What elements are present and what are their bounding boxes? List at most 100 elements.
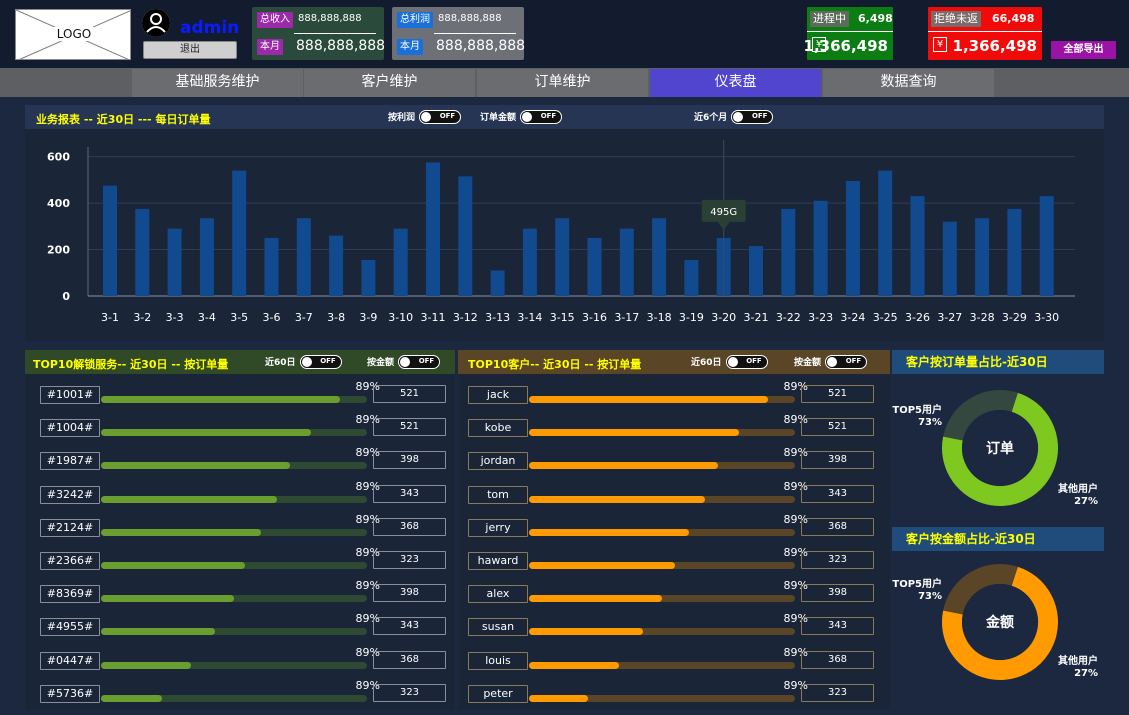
progress-fill [529,694,588,702]
toggle-switch[interactable]: OFF [520,109,563,124]
progress-fill [101,694,163,702]
toggle-6-months[interactable]: 近6个月 OFF [694,109,774,124]
list-item-label[interactable]: jordan [468,452,528,471]
list-item-label[interactable]: haward [468,552,528,570]
y-tick-label: 0 [62,290,70,303]
toggle-switch[interactable]: OFF [825,354,868,369]
list-item-label[interactable]: #0447# [40,651,100,670]
list-item-value: 323 [373,683,446,702]
progress-fill [529,595,662,603]
x-tick-label: 3-23 [808,311,833,324]
x-tick-label: 3-15 [550,311,575,324]
export-all-button[interactable]: 全部导出 [1051,41,1116,59]
in-progress-card[interactable]: 进程中 6,498 ¥ 1,366,498 [804,7,893,60]
tab-5[interactable]: 数据查询 [823,69,994,97]
list-item-label[interactable]: alex [468,585,528,604]
list-item-value: 368 [373,517,446,536]
toggle-order-amount[interactable]: 订单金额 OFF [480,109,563,124]
list-item-label[interactable]: #1987# [40,452,100,471]
toggle-60-days[interactable]: 近60日 OFF [691,354,768,369]
tooltip-text: 495G [710,207,737,218]
x-tick-label: 3-30 [1034,311,1059,324]
list-item-value: 323 [801,551,874,569]
list-item-label[interactable]: kobe [468,419,528,438]
username[interactable]: admin [180,18,239,38]
rejected-count: 66,498 [992,12,1035,25]
list-item-label[interactable]: #8369# [40,585,100,604]
tab-1[interactable]: 基础服务维护 [132,69,303,97]
progress-track [101,628,367,636]
progress-fill [529,562,676,569]
list-item-label[interactable]: #1004# [40,419,100,438]
list-item-value: 343 [373,484,446,503]
donut-orders-title: 客户按订单量占比-近30日 [892,350,1104,374]
top-services-header: TOP10解锁服务-- 近30日 -- 按订单量 近60日 OFF 按金额 OF… [25,350,455,374]
progress-track [101,396,367,403]
bar-3-8 [329,235,344,296]
list-item-label[interactable]: susan [468,618,528,637]
toggle-by-amount[interactable]: 按金额 OFF [367,354,441,369]
tab-2[interactable]: 客户维护 [304,69,475,97]
tab-4[interactable]: 仪表盘 [650,69,821,97]
list-item-value: 398 [801,584,874,603]
bar-3-16 [587,237,602,296]
progress-track [101,462,367,470]
toggle-switch[interactable]: OFF [299,354,342,369]
donut-top-label: TOP5用户 73% [892,405,942,428]
logo-text: LOGO [54,27,94,41]
tab-3[interactable]: 订单维护 [477,69,648,97]
progress-fill [101,396,341,403]
list-item-value: 398 [801,451,874,470]
toggle-switch[interactable]: OFF [398,354,441,369]
rejected-label: 拒绝未返 [931,11,981,27]
progress-track [529,628,795,636]
toggle-profit[interactable]: 按利润 OFF [388,109,462,124]
toggle-switch[interactable]: OFF [419,109,462,124]
list-item-label[interactable]: #1001# [40,386,100,404]
profit-card: 总利润 888,888,888 本月 888,888,888 [392,7,525,60]
toggle-label: 近6个月 [694,113,728,123]
x-tick-label: 3-29 [1002,311,1027,324]
x-tick-label: 3-28 [970,311,995,324]
list-item-label[interactable]: #2366# [40,552,100,570]
list-item-label[interactable]: jack [468,386,528,404]
x-tick-label: 3-2 [133,311,151,324]
bar-3-22 [781,208,796,296]
toggle-by-amount[interactable]: 按金额 OFF [794,354,868,369]
progress-track [529,462,795,470]
progress-track [529,495,795,503]
bar-3-24 [845,181,860,296]
list-item-label[interactable]: #2124# [40,518,100,537]
list-item-value: 398 [373,584,446,603]
user-avatar-icon[interactable] [142,9,170,37]
progress-fill [529,462,718,470]
x-tick-label: 3-22 [776,311,801,324]
bar-3-10 [393,228,408,296]
logout-button[interactable]: 退出 [143,41,237,59]
list-item-label[interactable]: #5736# [40,684,100,703]
toggle-switch[interactable]: OFF [725,354,768,369]
list-item-label[interactable]: louis [468,651,528,670]
list-item-label[interactable]: #4955# [40,618,100,637]
list-item-value: 521 [373,418,446,437]
x-tick-label: 3-8 [327,311,345,324]
bar-3-30 [1039,196,1054,296]
toggle-switch[interactable]: OFF [731,109,774,124]
revenue-card: 总收入 888,888,888 本月 888,888,888 [252,7,385,60]
list-item-label[interactable]: tom [468,485,528,504]
rejected-card[interactable]: 拒绝未返 66,498 ¥ 1,366,498 [928,7,1042,60]
progress-track [101,661,367,669]
list-item-label[interactable]: peter [468,684,528,703]
x-tick-label: 3-24 [840,311,865,324]
bar-3-17 [619,228,634,296]
list-item-label[interactable]: #3242# [40,485,100,504]
toggle-60-days[interactable]: 近60日 OFF [265,354,342,369]
progress-track [101,694,367,702]
logo: LOGO [15,9,131,60]
donut-top-label: TOP5用户 73% [892,579,942,602]
list-item-value: 343 [801,484,874,503]
list-item-value: 323 [801,683,874,702]
progress-fill [529,495,705,503]
daily-orders-chart: 0 200 400 600 3-1 3-2 3-3 3-4 3-5 3-6 3-7 3-8 3-9 3-1… [47,140,1075,324]
list-item-label[interactable]: jerry [468,518,528,537]
